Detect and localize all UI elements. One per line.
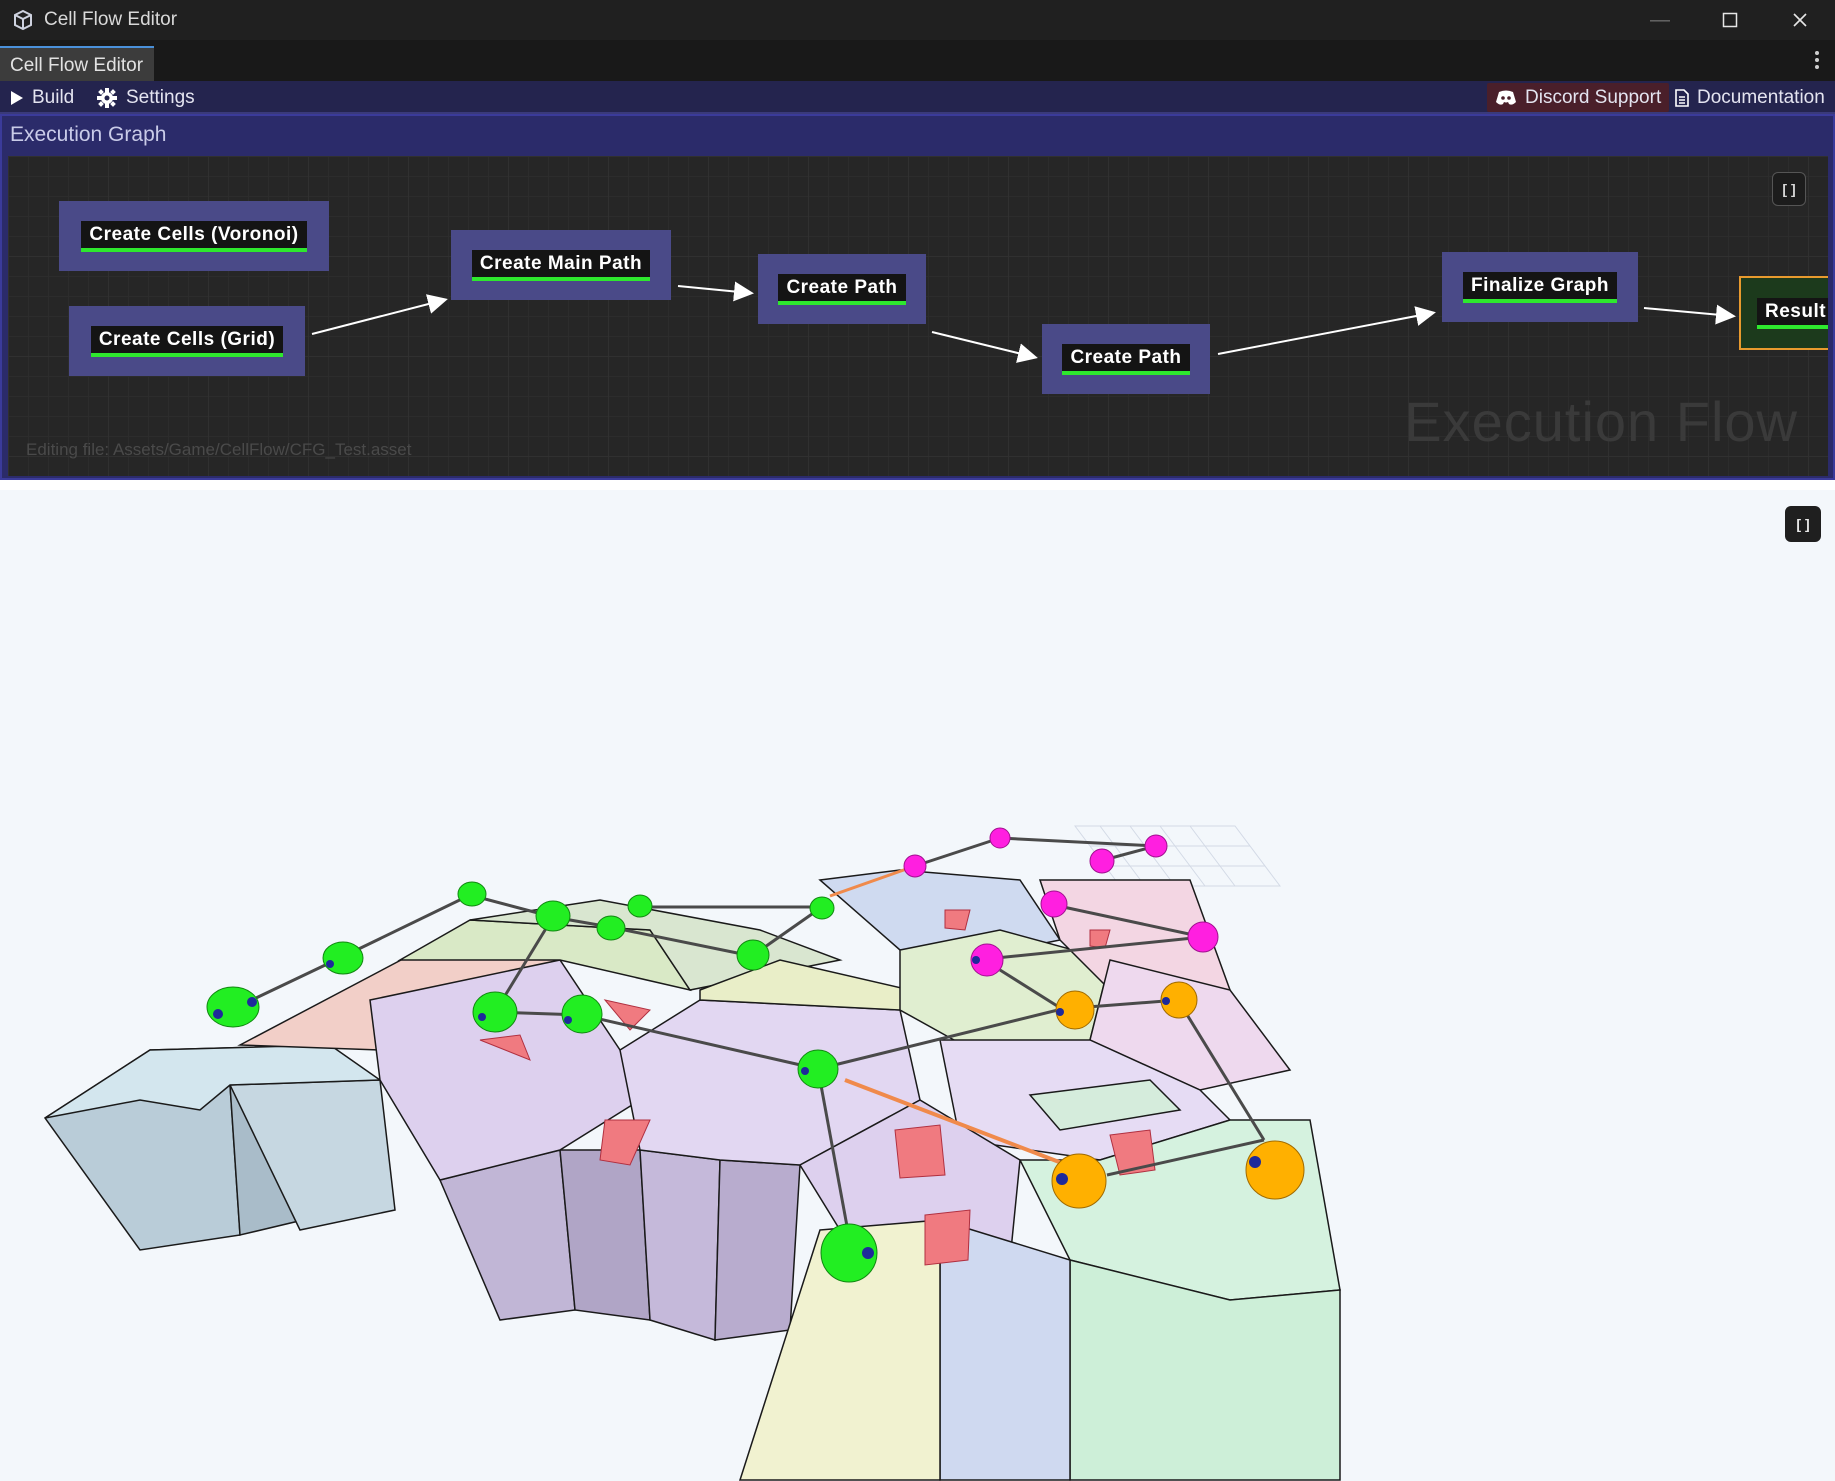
gear-icon xyxy=(96,87,118,109)
node-create-main-path[interactable]: Create Main Path xyxy=(451,230,671,300)
node-create-cells-voronoi[interactable]: Create Cells (Voronoi) xyxy=(59,201,329,271)
edge-path2-to-finalize xyxy=(1217,306,1436,355)
edge-path1-to-path2 xyxy=(931,331,1038,363)
app-icon xyxy=(10,7,36,33)
documentation-button[interactable]: Documentation xyxy=(1675,81,1825,114)
maximize-icon xyxy=(1722,12,1738,28)
window-titlebar: Cell Flow Editor — xyxy=(0,0,1835,40)
node-label: Create Path xyxy=(778,273,906,305)
settings-button[interactable]: Settings xyxy=(96,81,195,114)
node-create-path-2[interactable]: Create Path xyxy=(1042,324,1210,394)
edge-finalize-to-result xyxy=(1643,304,1736,325)
node-label: Finalize Graph xyxy=(1463,271,1617,303)
node-result[interactable]: Result xyxy=(1739,276,1828,350)
minimize-button[interactable]: — xyxy=(1630,0,1690,40)
execution-graph-panel: Execution Graph Execution Flow Editing f… xyxy=(0,114,1835,480)
edge-main-to-path1 xyxy=(677,281,754,302)
viewport-frame-all-button[interactable]: [ ] xyxy=(1785,506,1821,542)
discord-support-button[interactable]: Discord Support xyxy=(1487,83,1670,112)
node-create-cells-grid[interactable]: Create Cells (Grid) xyxy=(69,306,305,376)
close-icon xyxy=(1793,13,1807,27)
settings-label: Settings xyxy=(126,86,195,108)
node-label: Result xyxy=(1757,297,1828,329)
close-button[interactable] xyxy=(1770,0,1830,40)
kebab-menu-icon[interactable] xyxy=(1813,50,1821,74)
node-label: Create Cells (Voronoi) xyxy=(81,220,307,252)
discord-icon xyxy=(1495,90,1517,106)
tab-strip: Cell Flow Editor xyxy=(0,40,1835,81)
build-button[interactable]: Build xyxy=(10,81,74,114)
window-title: Cell Flow Editor xyxy=(44,9,178,30)
node-finalize-graph[interactable]: Finalize Graph xyxy=(1442,252,1638,322)
documentation-label: Documentation xyxy=(1697,86,1825,108)
node-create-path-1[interactable]: Create Path xyxy=(758,254,926,324)
dungeon-layout-render xyxy=(43,825,1341,1481)
execution-graph-header: Execution Graph xyxy=(10,123,167,146)
play-icon xyxy=(10,90,24,106)
main-toolbar: Build Settings Discord Support Documenta… xyxy=(0,81,1835,114)
maximize-button[interactable] xyxy=(1700,0,1760,40)
node-label: Create Cells (Grid) xyxy=(90,325,284,357)
tab-cell-flow-editor[interactable]: Cell Flow Editor xyxy=(0,46,154,81)
build-label: Build xyxy=(32,86,75,108)
3d-viewport[interactable]: [ ] xyxy=(0,490,1835,1481)
edge-grid-to-main xyxy=(311,294,448,335)
node-label: Create Path xyxy=(1062,343,1190,375)
discord-support-label: Discord Support xyxy=(1525,86,1662,108)
node-label: Create Main Path xyxy=(471,249,651,281)
document-icon xyxy=(1675,88,1689,107)
panel-divider[interactable] xyxy=(0,480,1835,490)
execution-graph-canvas[interactable]: Execution Flow Editing file: Assets/Game… xyxy=(8,156,1828,476)
